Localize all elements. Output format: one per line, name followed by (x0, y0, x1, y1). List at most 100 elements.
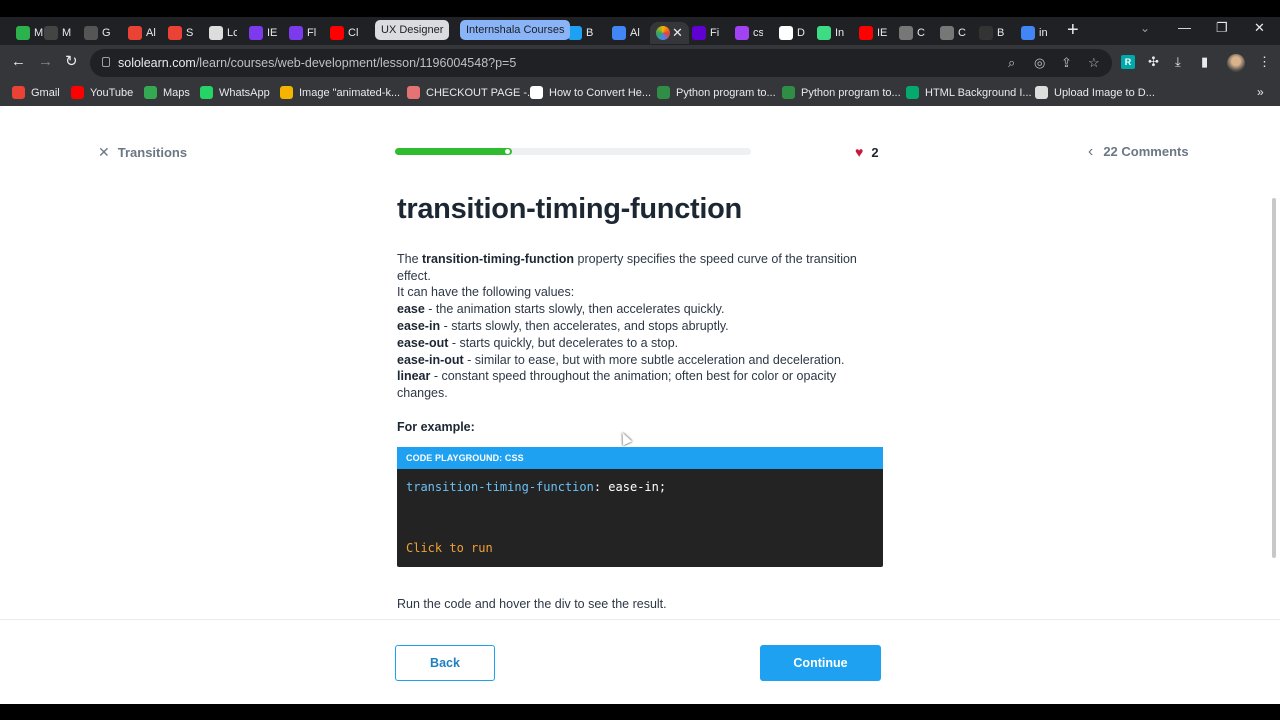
bookmark-item[interactable]: Image "animated-k... (280, 86, 400, 99)
bookmark-item[interactable]: Upload Image to D... (1035, 86, 1155, 99)
extensions-puzzle-icon[interactable]: ✣ (1148, 54, 1159, 70)
tab-title: M (62, 27, 72, 39)
tab-favicon-icon (692, 26, 706, 40)
browser-tab[interactable]: G (84, 22, 112, 44)
bookmark-star-icon[interactable]: ☆ (1088, 55, 1100, 71)
browser-tab[interactable]: M (16, 22, 44, 44)
tab-title: C (917, 27, 925, 39)
browser-tab[interactable]: D (779, 22, 807, 44)
address-bar[interactable]: sololearn.com/learn/courses/web-developm… (90, 49, 1112, 77)
tab-title: IE (877, 27, 887, 39)
browser-tab[interactable]: IE (249, 22, 277, 44)
new-tab-button[interactable]: + (1067, 20, 1079, 40)
browser-tab[interactable]: IE (859, 22, 887, 44)
continue-button[interactable]: Continue (760, 645, 881, 681)
menu-kebab-icon[interactable]: ⋮ (1258, 54, 1271, 70)
lens-icon[interactable]: ◎ (1034, 55, 1045, 71)
tab-favicon-icon (249, 26, 263, 40)
bookmark-item[interactable]: How to Convert He... (530, 86, 651, 99)
code-playground[interactable]: CODE PLAYGROUND: CSS transition-timing-f… (397, 447, 883, 567)
browser-tab[interactable]: Al (128, 22, 156, 44)
browser-tab[interactable]: Al (612, 22, 640, 44)
timing-value-item: linear - constant speed throughout the a… (397, 369, 837, 401)
bookmark-favicon-icon (782, 86, 795, 99)
values-intro: It can have the following values: (397, 285, 575, 300)
bookmark-item[interactable]: HTML Background I... (906, 86, 1032, 99)
bookmark-item[interactable]: Python program to... (657, 86, 776, 99)
browser-tab[interactable]: In (817, 22, 845, 44)
tab-title: IE (267, 27, 277, 39)
zoom-icon[interactable]: ⌕ (1008, 55, 1015, 71)
tab-title: Al (630, 27, 640, 39)
url-text[interactable]: sololearn.com/learn/courses/web-developm… (118, 56, 516, 70)
browser-tab[interactable]: B (568, 22, 596, 44)
bookmarks-overflow-icon[interactable]: » (1257, 85, 1264, 99)
tab-title: In (835, 27, 845, 39)
bookmark-item[interactable]: Maps (144, 86, 190, 99)
browser-tab[interactable]: C (899, 22, 927, 44)
browser-tab[interactable]: M (44, 22, 72, 44)
bookmark-item[interactable]: Gmail (12, 86, 60, 99)
tab-favicon-icon (979, 26, 993, 40)
bookmark-favicon-icon (407, 86, 420, 99)
browser-tab[interactable]: Cl (330, 22, 358, 44)
restore-icon[interactable]: ❐ (1216, 20, 1228, 36)
minimize-icon[interactable]: — (1178, 20, 1191, 35)
close-icon: ✕ (98, 144, 110, 160)
tab-favicon-icon (289, 26, 303, 40)
timing-value-item: ease-in - starts slowly, then accelerate… (397, 318, 729, 333)
bookmark-favicon-icon (71, 86, 84, 99)
tab-title: M (34, 27, 44, 39)
close-lesson-button[interactable]: ✕ Transitions (98, 144, 187, 161)
page-scrollbar[interactable] (1272, 198, 1276, 558)
tab-title: C (958, 27, 966, 39)
bookmark-label: HTML Background I... (925, 86, 1032, 99)
browser-tab[interactable]: S (168, 22, 196, 44)
reload-icon[interactable]: ↻ (65, 53, 78, 71)
download-icon[interactable]: ⤓ (1175, 54, 1181, 70)
tab-favicon-icon (735, 26, 749, 40)
tab-favicon-icon (84, 26, 98, 40)
share-icon[interactable]: ⇪ (1061, 55, 1072, 71)
intro-paragraph: The transition-timing-function property … (397, 251, 857, 283)
browser-tab[interactable]: Lc (209, 22, 237, 44)
bookmark-item[interactable]: WhatsApp (200, 86, 270, 99)
lesson-title: transition-timing-function (397, 193, 742, 225)
tab-group-internshala[interactable]: Internshala Courses (460, 20, 571, 40)
tab-title: in (1039, 27, 1048, 39)
close-tab-icon[interactable]: ✕ (672, 25, 683, 41)
tab-title: G (102, 27, 111, 39)
back-arrow-icon[interactable]: ← (11, 53, 26, 71)
side-panel-icon[interactable]: ▮ (1201, 54, 1208, 70)
bookmark-item[interactable]: YouTube (71, 86, 133, 99)
tab-group-ux-designer[interactable]: UX Designer (375, 20, 450, 40)
browser-tab[interactable]: Fi (692, 22, 720, 44)
browser-tab[interactable]: Fl (289, 22, 317, 44)
browser-tab[interactable]: C (940, 22, 968, 44)
browser-toolbar: ← → ↻ sololearn.com/learn/courses/web-de… (0, 45, 1280, 81)
bookmark-label: WhatsApp (219, 86, 270, 99)
tab-search-icon[interactable]: ⌄ (1140, 21, 1150, 35)
comments-link[interactable]: ‹ 22 Comments (1088, 143, 1189, 159)
profile-avatar[interactable] (1227, 54, 1245, 72)
back-button[interactable]: Back (395, 645, 495, 681)
window-close-icon[interactable]: ✕ (1254, 20, 1265, 36)
playground-code[interactable]: transition-timing-function: ease-in; (406, 480, 666, 494)
page-content: ✕ Transitions ♥ 2 ‹ 22 Comments transiti… (0, 106, 1280, 704)
browser-tab[interactable]: cs (735, 22, 763, 44)
browser-tab[interactable]: in (1021, 22, 1049, 44)
tab-title: Lc (227, 27, 237, 39)
active-browser-tab[interactable]: ✕ (650, 22, 689, 44)
lesson-progress-fill (395, 148, 513, 155)
extension-r-icon[interactable]: R (1121, 55, 1135, 69)
bookmark-item[interactable]: Python program to... (782, 86, 901, 99)
click-to-run-button[interactable]: Click to run (406, 541, 493, 555)
tab-title: cs (753, 27, 763, 39)
bookmark-label: Gmail (31, 86, 60, 99)
tab-favicon-icon (940, 26, 954, 40)
timing-value-item: ease - the animation starts slowly, then… (397, 302, 725, 317)
bookmark-item[interactable]: CHECKOUT PAGE -... (407, 86, 536, 99)
forward-arrow-icon[interactable]: → (38, 53, 53, 71)
browser-tab[interactable]: B (979, 22, 1007, 44)
bookmark-label: Upload Image to D... (1054, 86, 1155, 99)
